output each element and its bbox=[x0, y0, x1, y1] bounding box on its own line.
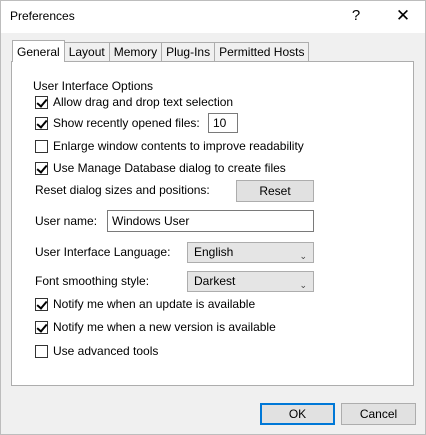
reset-dialog-label: Reset dialog sizes and positions: bbox=[35, 183, 210, 197]
notify-update-option[interactable]: Notify me when an update is available bbox=[35, 295, 255, 313]
advanced-tools-option[interactable]: Use advanced tools bbox=[35, 342, 158, 360]
allow-drag-option[interactable]: Allow drag and drop text selection bbox=[35, 93, 233, 111]
tab-permitted-hosts[interactable]: Permitted Hosts bbox=[214, 42, 310, 61]
notify-update-label: Notify me when an update is available bbox=[53, 297, 256, 311]
window-title: Preferences bbox=[10, 9, 75, 23]
allow-drag-checkbox[interactable] bbox=[35, 95, 48, 109]
tab-layout[interactable]: Layout bbox=[63, 42, 110, 61]
tab-memory[interactable]: Memory bbox=[108, 42, 163, 61]
allow-drag-label: Allow drag and drop text selection bbox=[53, 95, 234, 109]
cancel-button[interactable]: Cancel bbox=[341, 403, 416, 425]
enlarge-window-label: Enlarge window contents to improve reada… bbox=[53, 139, 304, 153]
manage-db-checkbox[interactable] bbox=[35, 161, 48, 175]
font-smoothing-select[interactable]: Darkest ⌄ bbox=[187, 271, 314, 292]
user-name-field[interactable]: Windows User bbox=[107, 210, 314, 232]
recent-files-option[interactable]: Show recently opened files: bbox=[35, 114, 200, 132]
close-icon: ✕ bbox=[395, 6, 411, 25]
title-bar: Preferences ? ✕ bbox=[1, 1, 425, 33]
notify-version-label: Notify me when a new version is availabl… bbox=[53, 320, 276, 334]
recent-files-checkbox[interactable] bbox=[35, 116, 48, 130]
advanced-tools-label: Use advanced tools bbox=[53, 344, 159, 358]
manage-db-label: Use Manage Database dialog to create fil… bbox=[53, 161, 286, 175]
ok-button[interactable]: OK bbox=[260, 403, 335, 425]
enlarge-window-checkbox[interactable] bbox=[35, 139, 48, 153]
close-button[interactable]: ✕ bbox=[391, 5, 415, 27]
user-name-label: User name: bbox=[35, 214, 98, 228]
recent-files-count-input[interactable]: 10 bbox=[208, 113, 238, 133]
ui-language-value: English bbox=[194, 245, 234, 259]
chevron-down-icon: ⌄ bbox=[299, 280, 307, 290]
ui-language-select[interactable]: English ⌄ bbox=[187, 242, 314, 263]
chevron-down-icon: ⌄ bbox=[299, 251, 307, 261]
notify-update-checkbox[interactable] bbox=[35, 297, 48, 311]
user-interface-options-heading: User Interface Options bbox=[33, 79, 154, 93]
ui-language-label: User Interface Language: bbox=[35, 245, 171, 259]
font-smoothing-value: Darkest bbox=[194, 274, 236, 288]
help-button[interactable]: ? bbox=[344, 5, 368, 27]
tab-strip: General Layout Memory Plug-Ins Permitted… bbox=[12, 40, 310, 62]
manage-db-option[interactable]: Use Manage Database dialog to create fil… bbox=[35, 159, 286, 177]
enlarge-window-option[interactable]: Enlarge window contents to improve reada… bbox=[35, 137, 304, 155]
reset-button[interactable]: Reset bbox=[236, 180, 314, 202]
notify-version-checkbox[interactable] bbox=[35, 320, 48, 334]
notify-version-option[interactable]: Notify me when a new version is availabl… bbox=[35, 318, 276, 336]
recent-files-label: Show recently opened files: bbox=[53, 116, 200, 130]
font-smoothing-label: Font smoothing style: bbox=[35, 274, 150, 288]
tab-general[interactable]: General bbox=[12, 40, 65, 62]
tab-plug-ins[interactable]: Plug-Ins bbox=[161, 42, 216, 61]
advanced-tools-checkbox[interactable] bbox=[35, 344, 48, 358]
